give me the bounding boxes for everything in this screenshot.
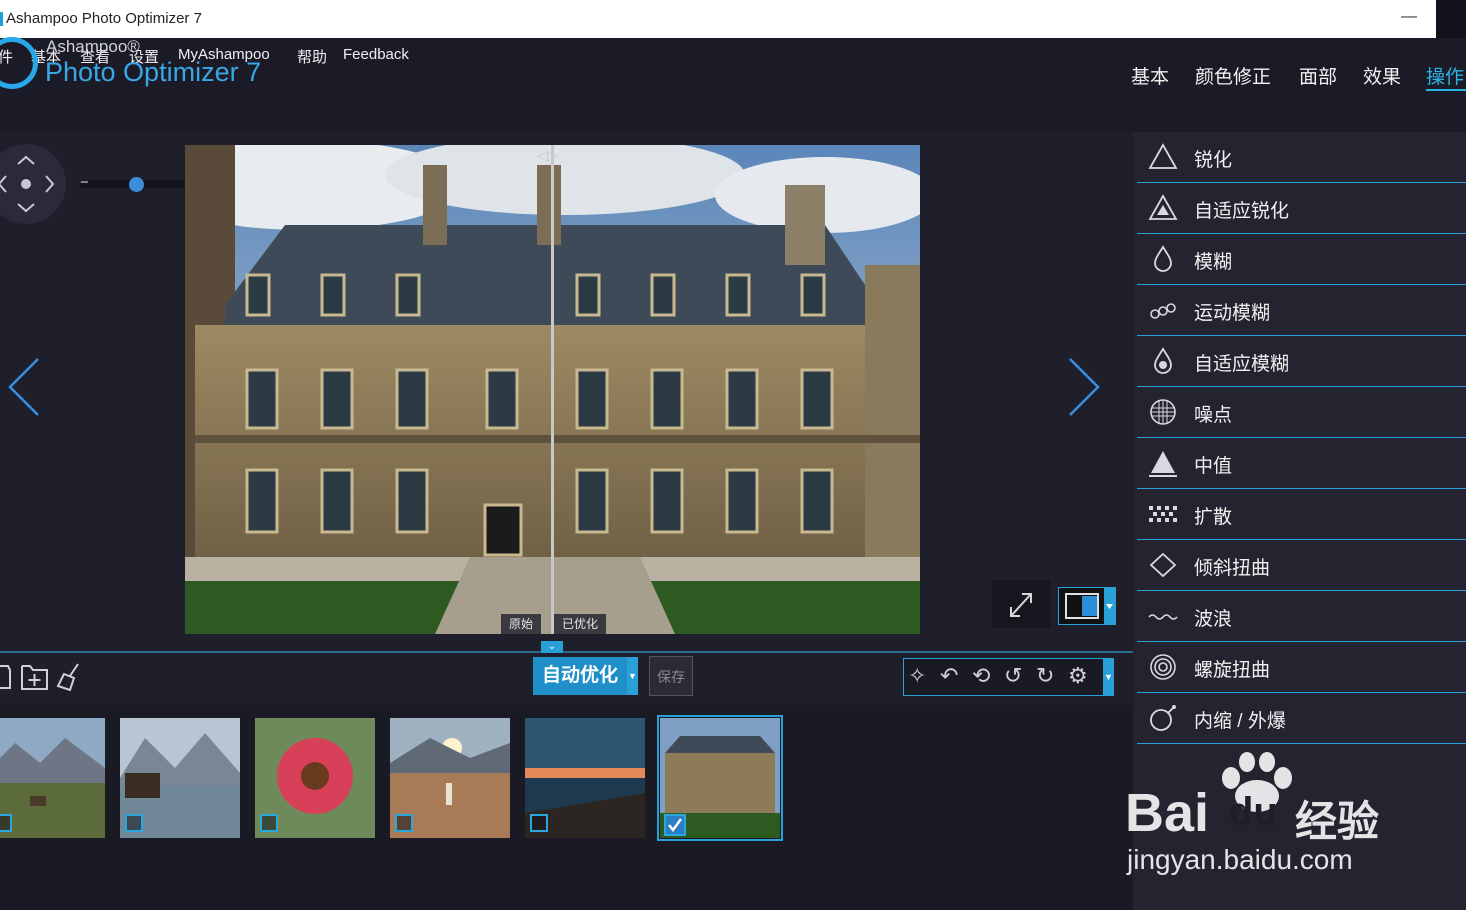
- drop-outline-icon: [1154, 245, 1172, 272]
- effect-label: 螺旋扭曲: [1194, 660, 1271, 681]
- wave-icon: [1148, 614, 1178, 620]
- logo-brand: Ashampoo®: [46, 37, 140, 56]
- logo-product: Photo Optimizer 7: [45, 57, 262, 87]
- fullscreen-button[interactable]: [992, 580, 1050, 628]
- undo-icon[interactable]: ↶: [940, 663, 958, 689]
- effect-label: 锐化: [1194, 150, 1233, 171]
- next-image-arrow-icon[interactable]: [1066, 356, 1102, 418]
- thumbnail-checkbox[interactable]: [125, 814, 143, 832]
- pan-pad[interactable]: [0, 144, 66, 224]
- minimize-button[interactable]: —: [1398, 8, 1420, 30]
- watermark-brand-du: du: [1229, 790, 1278, 834]
- thumbnail-checkbox[interactable]: [0, 814, 12, 832]
- effect-blur[interactable]: 模糊: [1137, 234, 1466, 285]
- split-handle-icon[interactable]: ◁▷: [537, 147, 559, 164]
- triangle-adaptive-icon: [1148, 194, 1178, 220]
- effect-diffuse[interactable]: 扩散: [1137, 489, 1466, 540]
- optimized-label: 已优化: [554, 614, 607, 634]
- drop-adaptive-icon: [1154, 347, 1172, 374]
- zoom-out-button[interactable]: −: [80, 174, 89, 191]
- spiral-icon: [1150, 654, 1176, 680]
- split-view-icon: [1065, 588, 1115, 624]
- effect-noise[interactable]: 噪点: [1137, 387, 1466, 438]
- original-label: 原始: [501, 614, 542, 634]
- auto-optimize-button[interactable]: 自动优化: [533, 657, 627, 695]
- diamond-icon: [1149, 552, 1177, 578]
- tab-effects[interactable]: 效果: [1363, 62, 1401, 89]
- effect-label: 运动模糊: [1194, 303, 1271, 324]
- watermark-url: jingyan.baidu.com: [1127, 844, 1353, 875]
- title-bar: Ashampoo Photo Optimizer 7 —: [0, 0, 1466, 38]
- effect-adaptive-blur[interactable]: 自适应模糊: [1137, 336, 1466, 387]
- tab-face[interactable]: 面部: [1299, 62, 1337, 89]
- tab-operations[interactable]: 操作: [1426, 62, 1464, 89]
- effect-swirl[interactable]: 螺旋扭曲: [1137, 642, 1466, 693]
- effect-label: 自适应模糊: [1194, 354, 1290, 375]
- compare-split-line[interactable]: [551, 145, 554, 634]
- effect-label: 模糊: [1194, 252, 1233, 273]
- median-triangle-icon: [1149, 451, 1177, 477]
- settings-gear-icon[interactable]: ⚙: [1068, 663, 1088, 689]
- effect-motion-blur[interactable]: 运动模糊: [1137, 285, 1466, 336]
- expand-icon: [1010, 593, 1032, 617]
- tools-dropdown[interactable]: ▼: [1103, 658, 1114, 696]
- tab-basic[interactable]: 基本: [1131, 62, 1169, 89]
- thumbnail-checkbox[interactable]: [260, 814, 278, 832]
- rotate-left-90-icon[interactable]: ↺: [1004, 663, 1022, 689]
- effect-label: 波浪: [1194, 609, 1233, 630]
- thumbnail-checkbox[interactable]: [395, 814, 413, 832]
- undo-all-icon[interactable]: ⟲: [972, 663, 990, 689]
- previous-image-arrow-icon[interactable]: [6, 356, 42, 418]
- effect-label: 扩散: [1194, 507, 1233, 528]
- menu-help[interactable]: 帮助: [297, 46, 327, 67]
- baidu-watermark: Bai du 经验 jingyan.baidu.com: [1125, 752, 1465, 892]
- effect-implode-explode[interactable]: 内缩 / 外爆: [1137, 693, 1466, 744]
- rotate-right-90-icon[interactable]: ↻: [1036, 663, 1054, 689]
- add-folder-icon[interactable]: [20, 662, 50, 692]
- motion-drops-icon: [1150, 303, 1176, 319]
- thumbnail-checkbox-checked[interactable]: [664, 814, 686, 836]
- tab-color-correction[interactable]: 颜色修正: [1195, 62, 1271, 89]
- triangle-outline-icon: [1148, 143, 1178, 169]
- effect-label: 内缩 / 外爆: [1194, 711, 1286, 732]
- thumbnail-mountain-meadow[interactable]: [0, 718, 105, 838]
- active-tab-underline: [1426, 89, 1466, 91]
- effect-label: 噪点: [1194, 405, 1233, 426]
- collapse-preview-button[interactable]: ⌄: [541, 641, 563, 653]
- effect-label: 自适应锐化: [1194, 201, 1290, 222]
- window-corner: [1436, 0, 1466, 38]
- effect-label: 中值: [1194, 456, 1233, 477]
- effect-shear[interactable]: 倾斜扭曲: [1137, 540, 1466, 591]
- window-title: Ashampoo Photo Optimizer 7: [6, 10, 202, 27]
- zoom-slider-handle[interactable]: [129, 177, 144, 192]
- effect-wave[interactable]: 波浪: [1137, 591, 1466, 642]
- compare-mode-button[interactable]: [1058, 587, 1116, 625]
- app-accent: [0, 12, 3, 26]
- watermark-brand: Bai: [1125, 783, 1210, 843]
- effect-sharpen[interactable]: 锐化: [1137, 132, 1466, 183]
- effect-adaptive-sharpen[interactable]: 自适应锐化: [1137, 183, 1466, 234]
- noise-sphere-icon: [1150, 399, 1176, 425]
- bomb-icon: [1150, 705, 1176, 731]
- effect-label: 倾斜扭曲: [1194, 558, 1271, 579]
- diffuse-dots-icon: [1149, 506, 1177, 522]
- save-button[interactable]: 保存: [649, 656, 693, 696]
- pan-arrows-icon: [0, 155, 55, 213]
- effect-median[interactable]: 中值: [1137, 438, 1466, 489]
- thumbnail-checkbox[interactable]: [530, 814, 548, 832]
- auto-optimize-dropdown[interactable]: ▼: [627, 657, 638, 695]
- clear-broom-icon[interactable]: [56, 662, 86, 692]
- open-file-icon[interactable]: [0, 662, 12, 692]
- watermark-cn: 经验: [1295, 798, 1380, 845]
- magic-stars-icon[interactable]: ✧: [908, 663, 926, 689]
- menu-feedback[interactable]: Feedback: [343, 46, 409, 63]
